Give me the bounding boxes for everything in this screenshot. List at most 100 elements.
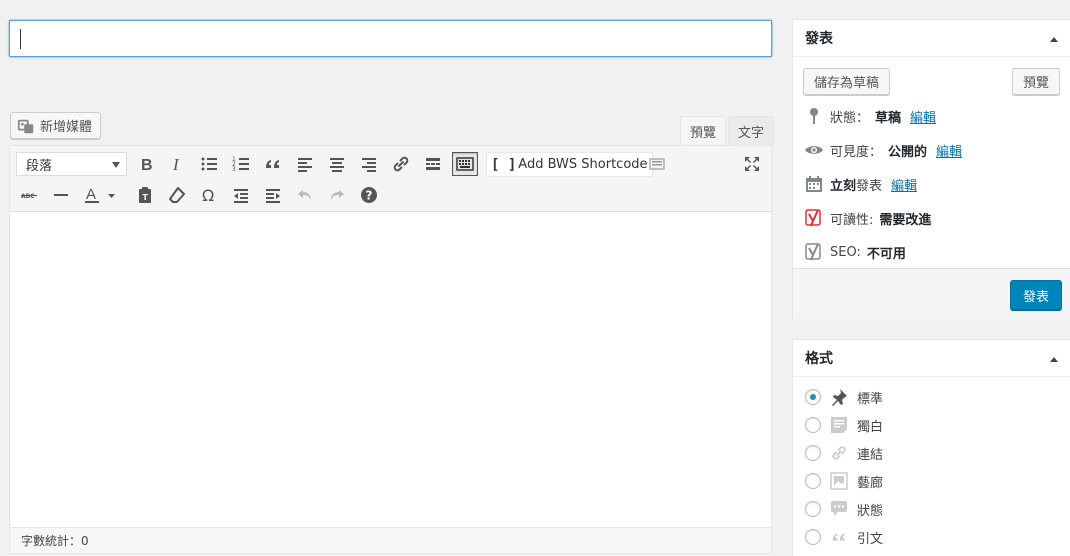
shortcode-table-icon: [649, 158, 665, 170]
publish-box-header[interactable]: 發表: [793, 20, 1070, 57]
calendar-icon: [806, 176, 822, 192]
format-label-aside: 獨白: [857, 419, 884, 435]
format-label-link: 連結: [857, 447, 884, 463]
blockquote-button[interactable]: [260, 151, 286, 177]
editor-content-area[interactable]: [10, 212, 771, 512]
outdent-button[interactable]: [228, 182, 254, 208]
insert-link-button[interactable]: [388, 151, 414, 177]
collapse-arrow-icon[interactable]: [1050, 357, 1058, 362]
format-option-standard[interactable]: 標準: [805, 385, 883, 409]
format-box-header[interactable]: 格式: [793, 340, 1070, 377]
help-button[interactable]: ?: [356, 182, 382, 208]
edit-schedule-link[interactable]: 編輯: [891, 175, 917, 194]
format-option-link[interactable]: 連結: [805, 441, 883, 465]
insert-shortcode-button[interactable]: [644, 151, 670, 177]
format-radio-status[interactable]: [805, 501, 821, 517]
edit-visibility-link[interactable]: 編輯: [936, 141, 962, 160]
horizontal-line-icon: [54, 194, 68, 196]
format-option-quote[interactable]: 引文: [805, 525, 883, 549]
format-option-aside[interactable]: 獨白: [805, 413, 883, 437]
readability-value: 需要改進: [879, 212, 932, 228]
status-row: 狀態： 草稿 編輯: [804, 105, 936, 127]
add-media-button[interactable]: 新增媒體: [10, 112, 102, 139]
seo-row: SEO: 不可用: [804, 241, 906, 263]
text-color-icon: A: [85, 186, 115, 203]
italic-button[interactable]: I: [164, 151, 190, 177]
format-option-status[interactable]: 狀態: [805, 497, 883, 521]
add-media-label: 新增媒體: [40, 120, 93, 135]
text-caret: [20, 29, 21, 49]
omega-icon: Ω: [202, 186, 214, 205]
strikethrough-icon: ABC: [21, 193, 37, 200]
save-draft-label: 儲存為草稿: [814, 76, 880, 91]
fullscreen-button[interactable]: [739, 151, 765, 177]
read-more-button[interactable]: [420, 151, 446, 177]
undo-button[interactable]: [292, 182, 318, 208]
bracket-icon: [ ]: [491, 156, 517, 173]
format-option-gallery[interactable]: 藝廊: [805, 469, 883, 493]
bullet-list-icon: [201, 157, 217, 171]
link-icon: [832, 446, 846, 460]
tab-text-label: 文字: [738, 126, 765, 141]
horizontal-line-button[interactable]: [48, 182, 74, 208]
publish-box: 發表 儲存為草稿 預覽 狀態： 草稿 編輯 可見度： 公開的 編輯 立刻發表 編…: [792, 19, 1070, 320]
pin-icon: [832, 389, 847, 406]
preview-button[interactable]: 預覽: [1012, 68, 1061, 95]
bullet-list-button[interactable]: [196, 151, 222, 177]
content-editor: 段落 B I 123 [ ] Add BWS Shortcode ABC A T…: [9, 145, 772, 554]
italic-icon: I: [172, 155, 180, 174]
strikethrough-button[interactable]: ABC: [16, 182, 42, 208]
redo-icon: [331, 190, 344, 200]
publish-button[interactable]: 發表: [1010, 280, 1063, 310]
align-right-button[interactable]: [356, 151, 382, 177]
align-center-icon: [330, 158, 344, 172]
align-left-icon: [298, 158, 312, 172]
post-title-input[interactable]: [9, 20, 772, 57]
align-center-button[interactable]: [324, 151, 350, 177]
schedule-row: 立刻發表 編輯: [804, 173, 917, 195]
visibility-value: 公開的: [888, 144, 928, 160]
tab-text[interactable]: 文字: [728, 116, 775, 146]
format-radio-gallery[interactable]: [805, 473, 821, 489]
editor-status-bar: 字數統計：0: [10, 527, 771, 553]
format-radio-link[interactable]: [805, 445, 821, 461]
svg-text:?: ?: [366, 189, 373, 203]
seo-label: SEO:: [830, 244, 861, 260]
pin-icon: [810, 108, 818, 124]
visibility-label: 可見度：: [830, 144, 883, 160]
clear-formatting-button[interactable]: [164, 182, 190, 208]
format-radio-quote[interactable]: [805, 529, 821, 545]
special-character-button[interactable]: Ω: [196, 182, 222, 208]
format-radio-standard[interactable]: [805, 389, 821, 405]
bws-shortcode-button[interactable]: [ ] Add BWS Shortcode: [486, 152, 653, 177]
clipboard-icon: T: [139, 187, 151, 203]
keyboard-icon: [456, 157, 474, 171]
toolbar-row-2: ABC A T Ω ?: [10, 179, 771, 211]
paste-text-button[interactable]: T: [132, 182, 158, 208]
save-draft-button[interactable]: 儲存為草稿: [803, 68, 891, 95]
indent-button[interactable]: [260, 182, 286, 208]
format-select-value: 段落: [26, 158, 53, 174]
format-radio-aside[interactable]: [805, 417, 821, 433]
edit-status-link[interactable]: 編輯: [910, 107, 936, 126]
format-select[interactable]: 段落: [16, 152, 127, 176]
publish-box-title: 發表: [805, 31, 833, 47]
svg-text:3: 3: [232, 166, 236, 173]
format-label-gallery: 藝廊: [857, 475, 884, 491]
align-left-button[interactable]: [292, 151, 318, 177]
tab-visual[interactable]: 預覽: [680, 116, 727, 146]
chevron-down-icon: [112, 162, 120, 168]
redo-button[interactable]: [324, 182, 350, 208]
toolbar-toggle-button[interactable]: [452, 152, 478, 176]
format-box-title: 格式: [805, 351, 833, 367]
svg-text:A: A: [86, 186, 96, 203]
collapse-arrow-icon[interactable]: [1050, 37, 1058, 42]
text-color-button[interactable]: A: [80, 182, 122, 208]
bold-button[interactable]: B: [133, 151, 159, 177]
undo-icon: [298, 190, 311, 200]
numbered-list-button[interactable]: 123: [228, 151, 254, 177]
schedule-suffix: 發表: [856, 178, 883, 194]
eye-icon: [805, 146, 823, 154]
yoast-readability-icon: [805, 209, 821, 227]
format-label-quote: 引文: [857, 531, 884, 547]
